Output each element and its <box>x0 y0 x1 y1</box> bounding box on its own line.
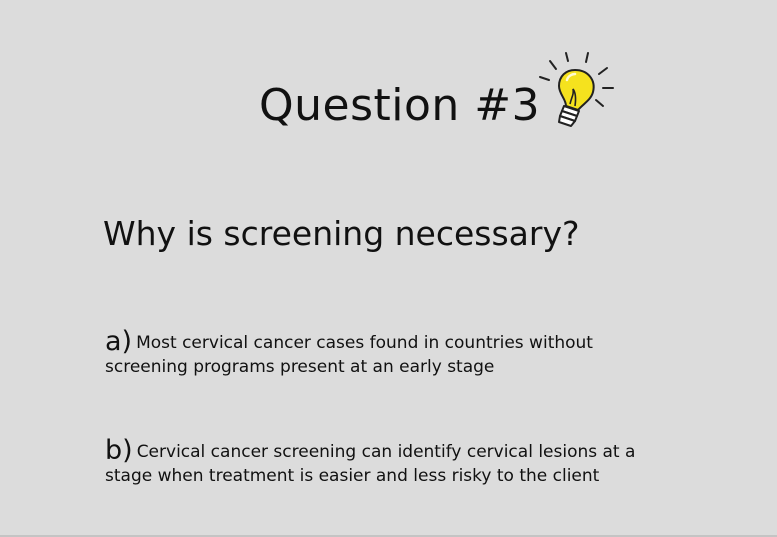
answer-text: Cervical cancer screening can identify c… <box>105 442 636 486</box>
answer-letter: a) <box>105 326 133 357</box>
answer-option-b: b) Cervical cancer screening can identify… <box>105 437 665 488</box>
answer-letter: b) <box>105 435 133 466</box>
question-text: Why is screening necessary? <box>103 214 580 253</box>
lightbulb-icon <box>539 52 614 127</box>
answer-text: Most cervical cancer cases found in coun… <box>105 333 593 377</box>
answer-option-a: a) Most cervical cancer cases found in co… <box>105 328 665 379</box>
slide: Question #3 Why is screening necessary? … <box>0 0 777 537</box>
slide-title: Question #3 <box>259 80 541 131</box>
